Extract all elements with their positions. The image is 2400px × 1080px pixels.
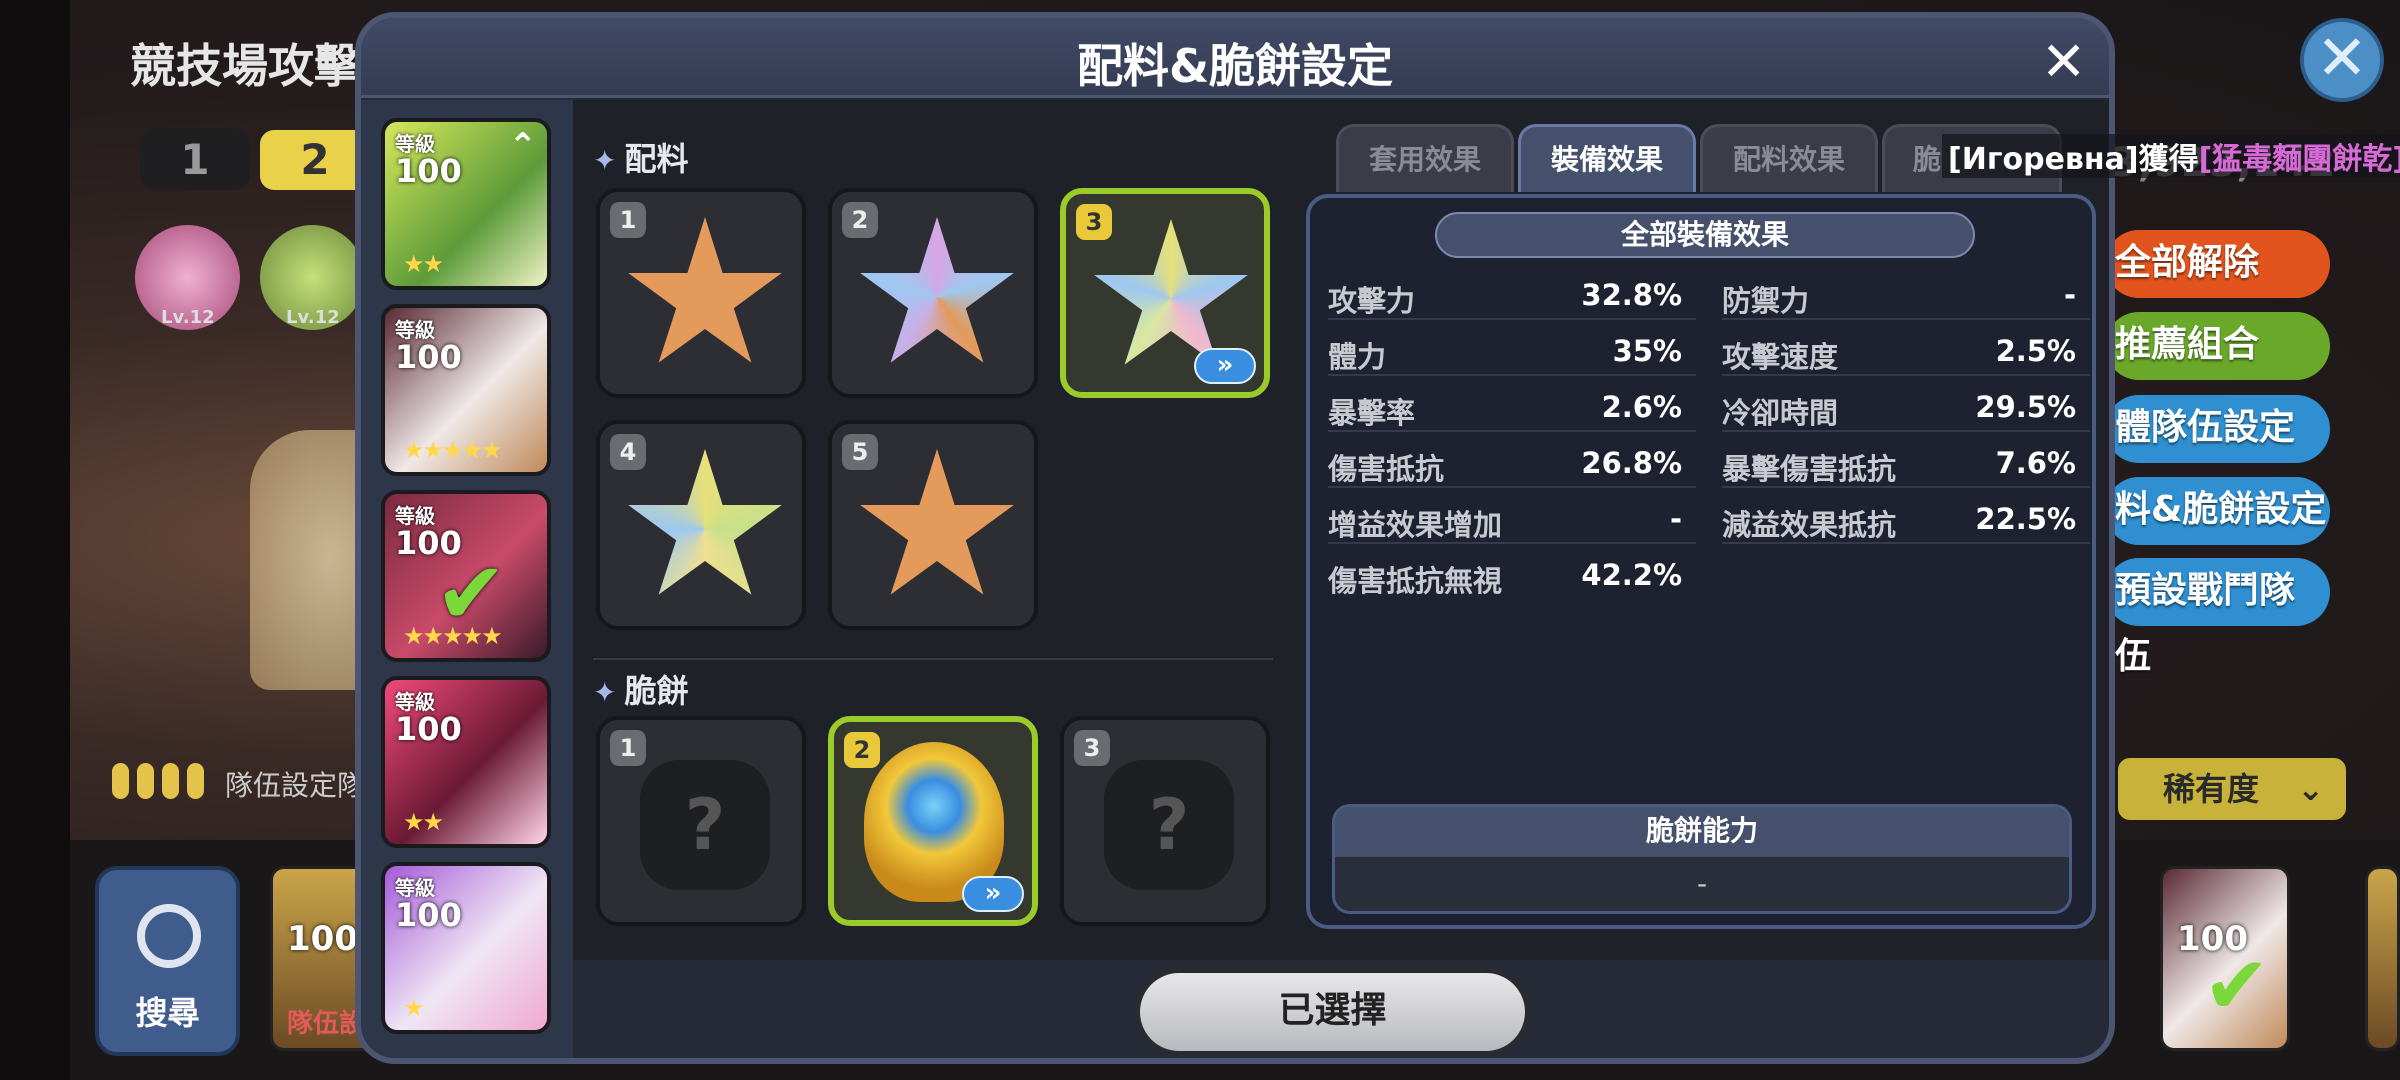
dialog-header: 配料&脆餅設定 ✕	[361, 18, 2109, 98]
slot-number: 5	[842, 434, 878, 470]
cookie-card[interactable]: 等級 100 ★★	[381, 676, 551, 848]
stat-row: 攻擊速度 2.5%	[1722, 324, 2090, 376]
dialog-title: 配料&脆餅設定	[1076, 39, 1394, 93]
topping-slot[interactable]: 4	[596, 420, 806, 630]
chevron-up-icon: ⌃	[508, 126, 538, 166]
search-label: 搜尋	[135, 994, 200, 1032]
slot-number: 2	[844, 732, 880, 768]
star-rating: ★★★★★	[403, 436, 503, 464]
level-value: 100	[395, 152, 462, 190]
acquire-notification: [Игоревна]獲得[猛毒麵團餅乾]	[1942, 134, 2400, 178]
tarts-section-title: ✦ 脆餅	[593, 672, 689, 710]
stat-row: 減益效果抵抗 22.5%	[1722, 492, 2090, 544]
cookie-card[interactable]: 等級 100 ★★★★★	[381, 304, 551, 476]
stats-header: 全部裝備效果	[1435, 212, 1975, 258]
slot-number: 1	[610, 730, 646, 766]
search-icon	[137, 904, 201, 968]
tab-equip-effect[interactable]: 裝備效果	[1518, 124, 1696, 192]
topping-icon	[860, 217, 1014, 363]
cookie-card[interactable]: 等級 100 ★	[381, 862, 551, 1034]
star-rating: ★★★★★	[403, 622, 503, 650]
relic-slot-1[interactable]: Lv.12	[135, 225, 240, 330]
stat-row: 體力 35%	[1328, 324, 1696, 376]
level-value: 100	[395, 338, 462, 376]
topping-slot[interactable]: 1	[596, 188, 806, 398]
level-value: 100	[395, 710, 462, 748]
slot-number: 2	[842, 202, 878, 238]
ability-value: -	[1696, 867, 1708, 900]
topping-tart-dialog: 配料&脆餅設定 ✕ 等級 100 ⌃ ★★ 等級 100 ★★★★★ 等級 10…	[355, 12, 2115, 1064]
upgrade-arrow-icon: »	[962, 876, 1024, 912]
level-value: 100	[395, 896, 462, 934]
tart-slot-selected[interactable]: 2 »	[828, 716, 1038, 926]
tart-ability-box: 脆餅能力 -	[1332, 804, 2072, 914]
stat-row: 暴擊傷害抵抗 7.6%	[1722, 436, 2090, 488]
tab-set-effect[interactable]: 套用效果	[1336, 124, 1514, 192]
team-setting-button[interactable]: 體隊伍設定	[2105, 395, 2330, 463]
topping-slot[interactable]: 2	[828, 188, 1038, 398]
topping-icon	[628, 449, 782, 595]
chevron-down-icon: ⌄	[2297, 770, 2324, 808]
rarity-sort-dropdown[interactable]: 稀有度 ⌄	[2118, 758, 2346, 820]
unequip-all-button[interactable]: 全部解除	[2105, 230, 2330, 298]
background-title: 競技場攻擊	[130, 39, 360, 93]
relic-level: Lv.12	[286, 307, 340, 328]
team-slots-indicator	[112, 763, 204, 799]
toppings-section-title: ✦ 配料	[593, 140, 689, 178]
sparkle-icon: ✦	[593, 144, 617, 177]
star-rating: ★★	[403, 250, 444, 278]
tab-topping-effect[interactable]: 配料效果	[1700, 124, 1878, 192]
upgrade-arrow-icon: »	[1194, 348, 1256, 384]
stat-row: 傷害抵抗無視 42.2%	[1328, 558, 1682, 598]
topping-slot[interactable]: 5	[828, 420, 1038, 630]
rarity-label: 稀有度	[2163, 770, 2260, 808]
team-tab-2[interactable]: 2	[260, 130, 370, 190]
tart-slot[interactable]: 1 ?	[596, 716, 806, 926]
slot-number: 3	[1076, 204, 1112, 240]
slot-number: 1	[610, 202, 646, 238]
ability-header: 脆餅能力	[1335, 807, 2069, 857]
card-caption: 隊伍設	[287, 1009, 366, 1039]
bottom-cookie-card[interactable]	[2365, 866, 2400, 1051]
card-level: 100	[287, 919, 358, 959]
question-icon: ?	[640, 760, 770, 890]
relic-slot-2[interactable]: Lv.12	[260, 225, 365, 330]
recommended-button[interactable]: 推薦組合	[2105, 312, 2330, 380]
cookie-card[interactable]: 等級 100 ✔ ★★★★★	[381, 490, 551, 662]
empty-topping-icon	[860, 449, 1014, 595]
topping-slot-selected[interactable]: 3 »	[1060, 188, 1270, 398]
default-team-button[interactable]: 預設戰鬥隊伍	[2105, 558, 2330, 677]
close-icon[interactable]: ✕	[2041, 30, 2086, 93]
stat-row: 防禦力 -	[1722, 268, 2090, 320]
slot-number: 4	[610, 434, 646, 470]
search-button[interactable]: 搜尋	[95, 866, 240, 1056]
stat-row: 暴擊率 2.6%	[1328, 380, 1696, 432]
check-icon: ✔	[2203, 939, 2271, 1032]
star-rating: ★★	[403, 808, 444, 836]
equip-effect-panel: 全部裝備效果 攻擊力 32.8% 體力 35% 暴擊率 2.6% 傷害抵抗 26.8% …	[1306, 194, 2096, 929]
selected-button[interactable]: 已選擇	[1135, 968, 1530, 1056]
tart-slot[interactable]: 3 ?	[1060, 716, 1270, 926]
close-icon[interactable]: ✕	[2300, 18, 2384, 102]
empty-topping-icon	[628, 217, 782, 363]
team-tab-1[interactable]: 1	[140, 130, 250, 190]
team-setting-text: 隊伍設定隊	[225, 769, 366, 802]
bottom-cookie-card[interactable]: 100 ✔	[2160, 866, 2290, 1051]
stat-row: 增益效果增加 -	[1328, 492, 1696, 544]
slot-number: 3	[1074, 730, 1110, 766]
topping-tart-button[interactable]: 料&脆餅設定	[2105, 477, 2330, 545]
stat-row: 攻擊力 32.8%	[1328, 268, 1696, 320]
stat-row: 傷害抵抗 26.8%	[1328, 436, 1696, 488]
relic-level: Lv.12	[161, 307, 215, 328]
section-divider	[593, 658, 1273, 660]
star-rating: ★	[403, 994, 424, 1022]
stat-row: 冷卻時間 29.5%	[1722, 380, 2090, 432]
cookie-card[interactable]: 等級 100 ⌃ ★★	[381, 118, 551, 290]
question-icon: ?	[1104, 760, 1234, 890]
sparkle-icon: ✦	[593, 676, 617, 709]
